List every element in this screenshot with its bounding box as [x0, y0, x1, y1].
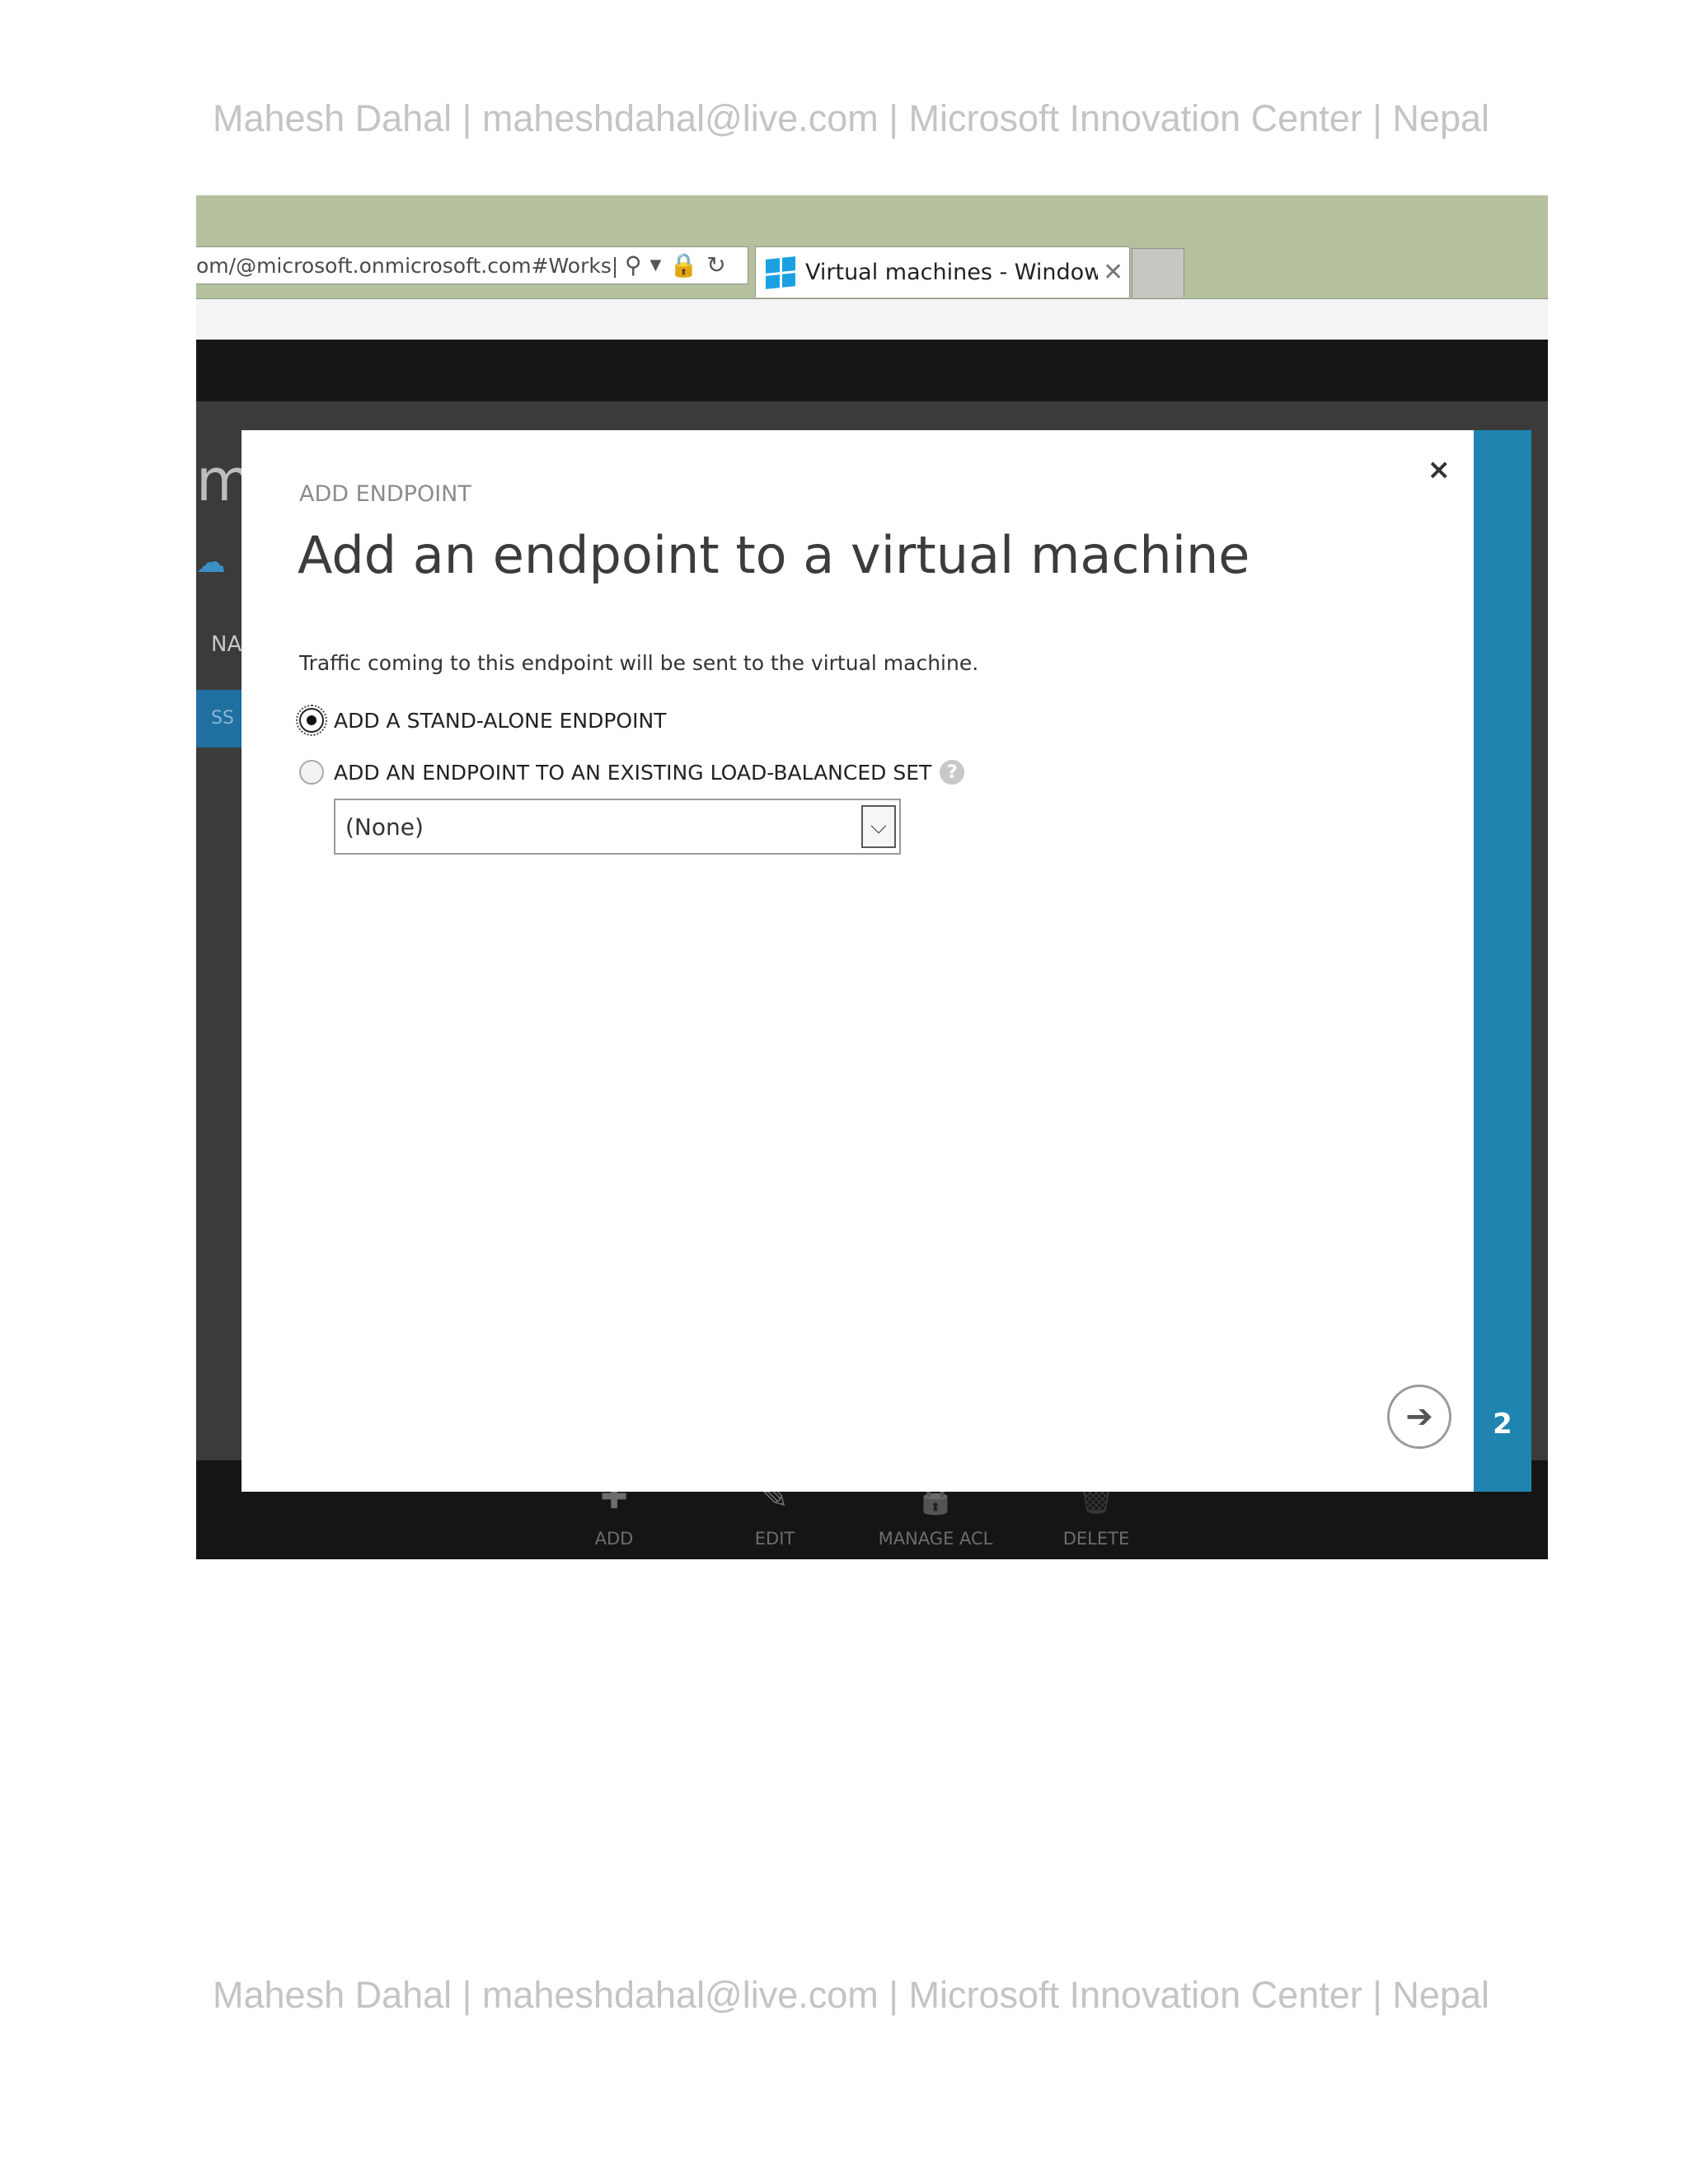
dialog-description: Traffic coming to this endpoint will be …: [299, 651, 979, 675]
refresh-icon[interactable]: ↻: [706, 254, 725, 277]
background-column-fragment: NA: [211, 632, 242, 657]
dialog-title: Add an endpoint to a virtual machine: [298, 525, 1250, 585]
wizard-step-rail: 2: [1474, 430, 1531, 1492]
load-balanced-set-radio[interactable]: [299, 760, 324, 785]
screenshot: om/@microsoft.onmicrosoft.com#Works| ⚲ ▼…: [196, 195, 1548, 1559]
browser-command-bar: [196, 298, 1548, 340]
close-icon[interactable]: ✕: [1103, 258, 1123, 287]
tab-title: Virtual machines - Window...: [805, 260, 1098, 285]
new-tab-button[interactable]: [1132, 248, 1184, 298]
select-value: (None): [345, 813, 424, 841]
address-bar[interactable]: om/@microsoft.onmicrosoft.com#Works| ⚲ ▼…: [196, 246, 748, 284]
load-balanced-set-select[interactable]: (None) ⌵: [334, 799, 901, 855]
radio-label: ADD AN ENDPOINT TO AN EXISTING LOAD-BALA…: [334, 760, 932, 785]
cloud-icon: ☁: [196, 546, 226, 579]
standalone-endpoint-radio[interactable]: [296, 705, 327, 736]
dialog-kicker: ADD ENDPOINT: [299, 481, 471, 507]
browser-tab[interactable]: Virtual machines - Window... ✕: [755, 246, 1130, 298]
chevron-down-icon[interactable]: ▼: [650, 258, 662, 273]
add-endpoint-dialog: × ADD ENDPOINT Add an endpoint to a virt…: [241, 430, 1474, 1492]
search-icon[interactable]: ⚲: [625, 254, 642, 277]
standalone-endpoint-option[interactable]: ADD A STAND-ALONE ENDPOINT: [296, 705, 667, 736]
chevron-down-icon[interactable]: ⌵: [861, 805, 896, 848]
windows-logo-icon: [766, 255, 795, 289]
browser-chrome: om/@microsoft.onmicrosoft.com#Works| ⚲ ▼…: [196, 195, 1548, 298]
step-number: 2: [1493, 1408, 1512, 1441]
load-balanced-set-option[interactable]: ADD AN ENDPOINT TO AN EXISTING LOAD-BALA…: [299, 760, 965, 785]
address-text: om/@microsoft.onmicrosoft.com#Works|: [196, 253, 618, 278]
lock-icon[interactable]: 🔒: [669, 254, 698, 277]
next-button[interactable]: ➔: [1387, 1385, 1451, 1449]
help-icon[interactable]: ?: [940, 760, 965, 785]
radio-label: ADD A STAND-ALONE ENDPOINT: [334, 708, 667, 733]
page-footer: Mahesh Dahal | maheshdahal@live.com | Mi…: [213, 1974, 1490, 2016]
page-header: Mahesh Dahal | maheshdahal@live.com | Mi…: [213, 97, 1490, 139]
portal-top-nav: [196, 340, 1548, 401]
close-icon[interactable]: ×: [1428, 453, 1451, 486]
background-row-fragment: SS: [211, 708, 234, 729]
